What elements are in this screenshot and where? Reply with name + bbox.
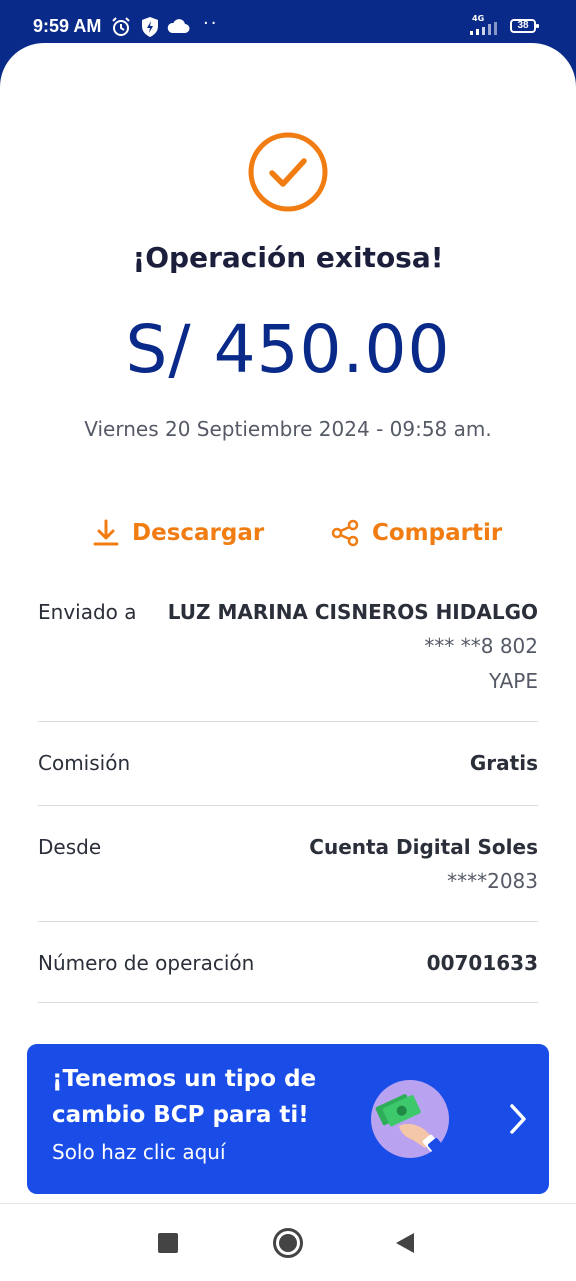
operation-number-label: Número de operación [38,951,255,975]
recipient-phone: *** **8 802 [424,634,538,658]
divider [38,721,538,722]
signal-icon [470,22,497,35]
system-nav-bar [0,1203,576,1281]
check-circle-icon [248,132,328,212]
money-hand-illustration [371,1080,449,1158]
recipient-name: LUZ MARINA CISNEROS HIDALGO [167,600,538,624]
stop-square-icon[interactable] [158,1233,178,1253]
share-label: Compartir [372,520,503,546]
share-icon [331,519,359,547]
status-time: 9:59 AM [33,16,102,36]
cloud-icon [167,19,190,33]
from-label: Desde [38,835,102,859]
divider [38,1002,538,1003]
download-icon [93,519,119,546]
commission-row: Comisión Gratis [38,751,538,781]
recipient-service: YAPE [488,669,538,693]
receipt-card: ¡Operación exitosa! S/ 450.00 Viernes 20… [0,43,576,1203]
from-account-number: ****2083 [447,869,538,893]
from-row: Desde Cuenta Digital Soles ****2083 [38,835,538,899]
banner-title-line2: cambio BCP para ti! [52,1102,309,1128]
share-button[interactable]: Compartir [330,513,502,553]
sent-to-label: Enviado a [38,600,137,624]
operation-number-row: Número de operación 00701633 [38,951,538,981]
divider [38,805,538,806]
battery-level: 38 [517,20,529,31]
back-triangle-icon[interactable] [394,1232,416,1254]
sent-to-row: Enviado a LUZ MARINA CISNEROS HIDALGO **… [38,600,538,700]
banner-subtitle: Solo haz clic aquí [52,1140,226,1164]
divider [38,921,538,922]
chevron-right-icon [510,1104,526,1134]
download-label: Descargar [132,520,265,546]
more-notifications-icon: ·· [203,13,219,34]
from-account: Cuenta Digital Soles [309,835,538,859]
commission-label: Comisión [38,751,131,775]
operation-datetime: Viernes 20 Septiembre 2024 - 09:58 am. [84,417,492,441]
commission-value: Gratis [469,751,538,775]
shield-icon [142,17,158,37]
exchange-rate-banner[interactable]: ¡Tenemos un tipo de cambio BCP para ti! … [27,1044,549,1194]
battery-icon: 38 [510,19,539,33]
banner-title-line1: ¡Tenemos un tipo de [52,1066,317,1092]
amount: S/ 450.00 [125,311,451,388]
operation-number-value: 00701633 [426,951,538,975]
alarm-icon [112,17,130,36]
home-circle-icon[interactable] [272,1227,304,1259]
success-title: ¡Operación exitosa! [132,241,444,274]
download-button[interactable]: Descargar [92,513,264,553]
